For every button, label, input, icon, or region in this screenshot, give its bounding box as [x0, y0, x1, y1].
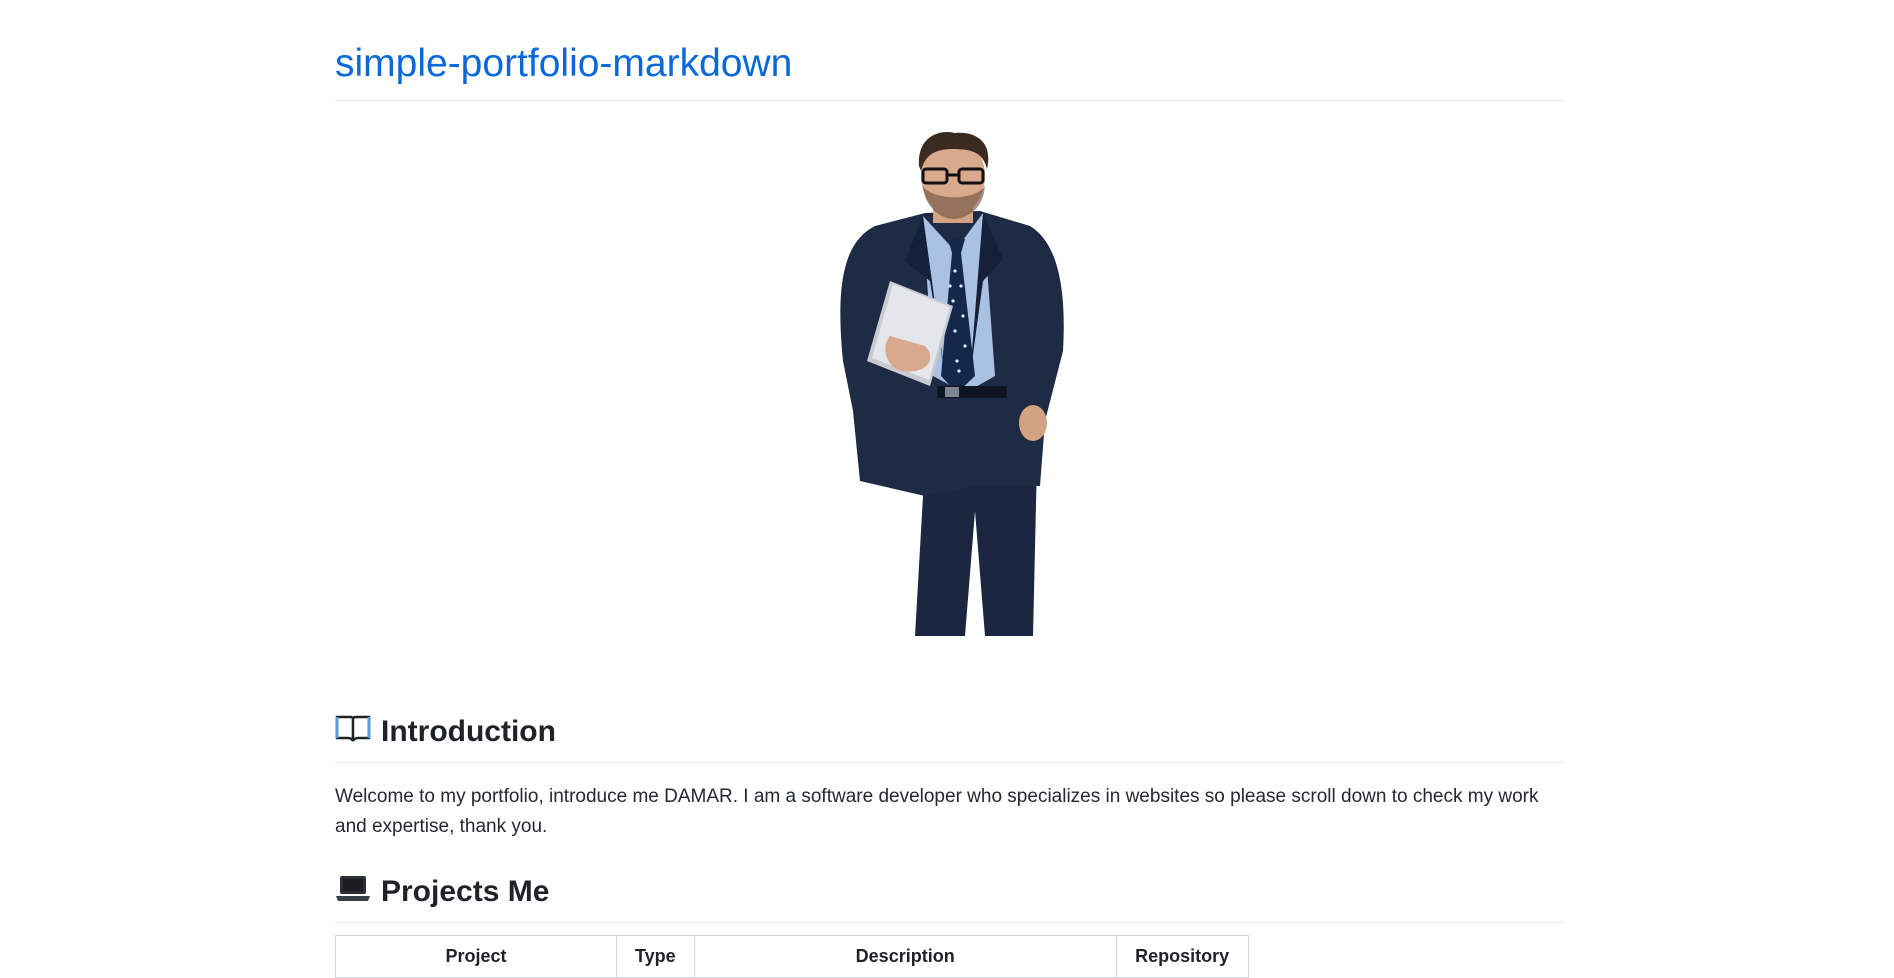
table-header-repository: Repository	[1115, 935, 1249, 978]
open-book-icon	[335, 713, 371, 754]
hero-portrait-image	[840, 131, 1064, 636]
projects-heading-text: Projects Me	[381, 875, 550, 908]
site-title-link[interactable]: simple-portfolio-markdown	[335, 38, 1565, 90]
introduction-heading: Introduction	[335, 712, 1565, 763]
page-content: simple-portfolio-markdown Introduction W…	[335, 0, 1565, 978]
table-header-type: Type	[616, 935, 695, 978]
table-header-row: Project Type Description Repository	[335, 935, 1249, 978]
projects-heading: Projects Me	[335, 872, 1565, 923]
laptop-icon	[335, 873, 371, 914]
introduction-heading-text: Introduction	[381, 715, 556, 748]
table-header-project: Project	[335, 935, 617, 978]
hero-image-container	[335, 101, 1565, 681]
projects-table: Project Type Description Repository	[335, 935, 1249, 978]
introduction-text: Welcome to my portfolio, introduce me DA…	[335, 786, 1539, 837]
table-header-description: Description	[693, 935, 1117, 978]
